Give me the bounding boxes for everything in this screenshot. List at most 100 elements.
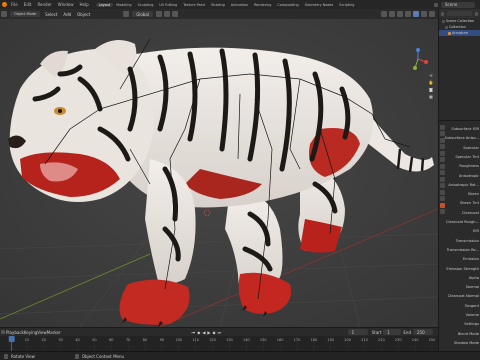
shading-solid-icon[interactable] bbox=[413, 11, 419, 17]
workspace-tab-sculpting[interactable]: Sculpting bbox=[135, 3, 157, 7]
tool-tab-icon[interactable] bbox=[440, 124, 445, 130]
filter-icon[interactable] bbox=[474, 11, 478, 16]
mouse-left-icon bbox=[4, 353, 8, 359]
outliner-tree: Scene Collection Collection Armature bbox=[439, 18, 480, 36]
modifier-tab-icon[interactable] bbox=[440, 170, 445, 175]
timeline-ruler[interactable]: 0102030405060708090100110120130140150160… bbox=[0, 336, 438, 352]
viewport-menu-add[interactable]: Add bbox=[60, 12, 74, 17]
workspace-tab-uv-editing[interactable]: UV Editing bbox=[156, 3, 180, 7]
proportional-edit-icon[interactable] bbox=[171, 11, 178, 17]
ruler-tick-label: 200 bbox=[344, 338, 351, 342]
outliner-type-icon[interactable] bbox=[441, 11, 445, 16]
ruler-tick-label: 20 bbox=[42, 338, 46, 342]
workspace-tab-modeling[interactable]: Modeling bbox=[113, 3, 134, 7]
workspace-tab-animation[interactable]: Animation bbox=[228, 3, 251, 7]
playback-controls: ⏮ ◆ ◀ ▶ ◆ ⏭ bbox=[191, 330, 223, 335]
menu-file[interactable]: File bbox=[8, 2, 21, 7]
viewport-visibility-icon[interactable] bbox=[381, 11, 387, 17]
overlays-icon[interactable] bbox=[397, 11, 403, 17]
menu-edit[interactable]: Edit bbox=[21, 2, 35, 7]
outliner-panel: Scene Collection Collection Armature bbox=[438, 9, 480, 120]
snap-icon[interactable] bbox=[163, 11, 170, 17]
workspace-tab-geometry-nodes[interactable]: Geometry Nodes bbox=[302, 3, 337, 7]
menu-render[interactable]: Render bbox=[34, 2, 54, 7]
scene-collection-icon bbox=[442, 19, 445, 23]
gizmo-icon[interactable] bbox=[389, 11, 395, 17]
timeline-menu-keying[interactable]: Keying bbox=[24, 330, 37, 335]
mode-dropdown[interactable]: Object Mode bbox=[10, 11, 41, 17]
material-tab-icon[interactable] bbox=[440, 202, 445, 208]
scene-selector[interactable]: Scene bbox=[433, 1, 477, 8]
workspace-tabs: Layout Modeling Sculpting UV Editing Texture… bbox=[95, 2, 358, 7]
outliner-row[interactable]: Armature bbox=[439, 30, 480, 36]
ruler-tick-label: 110 bbox=[192, 338, 199, 342]
workspace-tab-layout[interactable]: Layout bbox=[95, 2, 114, 7]
viewport-menu-object[interactable]: Object bbox=[74, 12, 93, 17]
timeline-type-icon[interactable] bbox=[1, 330, 5, 334]
data-tab-icon[interactable] bbox=[440, 196, 445, 201]
ruler-tick-label: 70 bbox=[126, 338, 130, 342]
workspace-tab-texture-paint[interactable]: Texture Paint bbox=[180, 3, 208, 7]
zoom-icon[interactable]: + bbox=[428, 72, 434, 78]
shading-rendered-icon[interactable] bbox=[429, 11, 435, 17]
start-frame-field[interactable]: 1 bbox=[383, 329, 402, 335]
editor-type-icon[interactable] bbox=[1, 11, 7, 17]
particles-tab-icon[interactable] bbox=[440, 176, 445, 182]
outliner-search-field[interactable] bbox=[447, 11, 472, 16]
property-label: Subsurface IOR bbox=[451, 127, 479, 131]
timeline-menu-marker[interactable]: Marker bbox=[47, 330, 61, 335]
ruler-tick-label: 140 bbox=[243, 338, 250, 342]
perspective-grid-icon[interactable]: ▦ bbox=[428, 93, 434, 99]
workspace-tab-compositing[interactable]: Compositing bbox=[274, 3, 301, 7]
property-label: Clearcoat Normal bbox=[447, 294, 479, 299]
ruler-tick-label: 150 bbox=[260, 338, 267, 342]
main-menu: File Edit Render Window Help bbox=[8, 2, 92, 7]
camera-icon[interactable]: ◙ bbox=[428, 86, 434, 92]
mouse-right-icon bbox=[74, 353, 79, 359]
property-label: Specular Tint bbox=[455, 154, 479, 159]
playhead[interactable] bbox=[8, 336, 15, 342]
start-label: Start bbox=[371, 329, 382, 335]
physics-tab-icon[interactable] bbox=[440, 183, 445, 188]
jump-end-icon[interactable]: ⏭ bbox=[217, 330, 223, 335]
constraints-tab-icon[interactable] bbox=[440, 189, 445, 195]
transform-orientation-icon[interactable] bbox=[123, 11, 130, 17]
property-label: Anisotropic bbox=[458, 173, 479, 178]
status-left-text: Rotate View bbox=[11, 353, 35, 359]
ruler-background bbox=[0, 336, 438, 352]
ruler-tick-label: 80 bbox=[143, 338, 147, 342]
menu-help[interactable]: Help bbox=[76, 2, 91, 7]
outliner-row-label: Scene Collection bbox=[446, 19, 475, 23]
menu-window[interactable]: Window bbox=[55, 2, 77, 7]
ruler-tick-label: 100 bbox=[175, 338, 182, 342]
xray-icon[interactable] bbox=[405, 11, 411, 17]
timeline-menu-playback[interactable]: Playback bbox=[6, 330, 24, 335]
pan-hand-icon[interactable]: ✋ bbox=[428, 79, 434, 85]
timeline-header: Playback Keying View Marker ⏮ ◆ ◀ ▶ ◆ ⏭ 1 S… bbox=[0, 328, 438, 336]
scene-name-field[interactable]: Scene bbox=[441, 1, 475, 8]
ruler-tick-label: 10 bbox=[25, 338, 29, 342]
3d-viewport[interactable]: + ✋ ◙ ▦ bbox=[0, 19, 438, 327]
viewport-scene bbox=[0, 19, 438, 327]
view-layer-tab-icon[interactable] bbox=[440, 144, 445, 149]
workspace-tab-scripting[interactable]: Scripting bbox=[336, 3, 357, 7]
timeline-menu-view[interactable]: View bbox=[37, 330, 47, 335]
ruler-tick-label: 50 bbox=[92, 338, 96, 342]
property-label: Emission bbox=[463, 257, 479, 262]
object-tab-icon[interactable] bbox=[440, 163, 445, 169]
texture-tab-icon[interactable] bbox=[440, 209, 445, 214]
viewport-menu-select[interactable]: Select bbox=[42, 12, 60, 17]
collection-icon bbox=[445, 25, 448, 29]
pivot-icon[interactable] bbox=[155, 11, 162, 17]
current-frame-field[interactable]: 1 bbox=[347, 329, 368, 335]
render-tab-icon[interactable] bbox=[440, 131, 445, 136]
shading-material-icon[interactable] bbox=[421, 11, 427, 17]
scene-tab-icon[interactable] bbox=[440, 150, 445, 156]
orientation-dropdown[interactable]: Global bbox=[132, 11, 153, 17]
property-label: Alpha bbox=[468, 275, 479, 280]
blender-logo-icon[interactable] bbox=[2, 2, 7, 7]
world-tab-icon[interactable] bbox=[440, 157, 445, 162]
workspace-tab-shading[interactable]: Shading bbox=[208, 3, 228, 7]
end-frame-field[interactable]: 250 bbox=[413, 329, 433, 335]
workspace-tab-rendering[interactable]: Rendering bbox=[251, 3, 274, 7]
